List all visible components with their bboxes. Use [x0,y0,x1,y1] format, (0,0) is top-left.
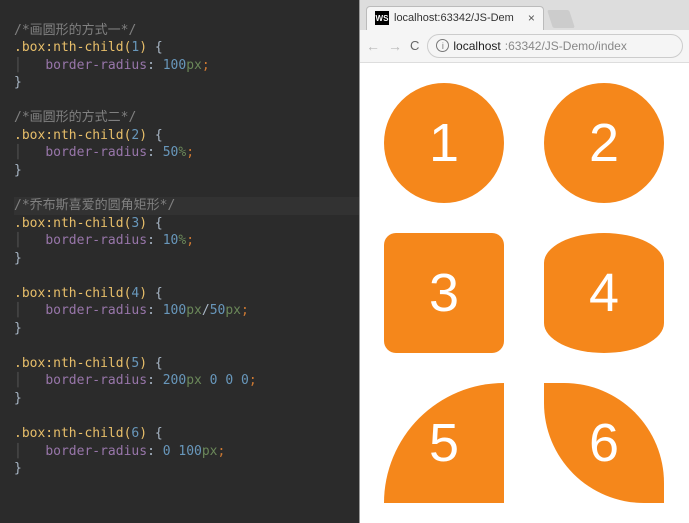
tab-strip: WS localhost:63342/JS-Dem × [360,0,689,30]
nav-back-button[interactable]: ← [366,38,380,54]
reload-button[interactable]: C [410,38,419,53]
comment-line: /*画圆形的方式二*/ [14,110,136,125]
browser-tab[interactable]: WS localhost:63342/JS-Dem × [366,6,544,30]
tab-title: localhost:63342/JS-Dem [394,12,514,24]
shape-box-5: 5 [384,383,504,503]
shape-grid: 1 2 3 4 5 6 [384,83,665,503]
comment-line: /*画圆形的方式一*/ [14,23,136,38]
browser-window: WS localhost:63342/JS-Dem × ← → C i loca… [359,0,689,523]
url-path: :63342/JS-Demo/index [505,39,627,53]
new-tab-button[interactable] [547,10,575,28]
favicon-icon: WS [375,11,389,25]
code-editor[interactable]: /*画圆形的方式一*/ .box:nth-child(1) { │ border… [0,0,359,523]
address-bar-row: ← → C i localhost :63342/JS-Demo/index [360,30,689,63]
close-icon[interactable]: × [528,11,535,25]
selector: .box:nth-child( [14,40,131,55]
nav-forward-button[interactable]: → [388,38,402,54]
page-viewport: 1 2 3 4 5 6 [360,63,689,523]
shape-box-2: 2 [544,83,664,203]
address-bar[interactable]: i localhost :63342/JS-Demo/index [427,34,683,58]
shape-box-6: 6 [544,383,664,503]
shape-box-3: 3 [384,233,504,353]
site-info-icon[interactable]: i [436,39,449,52]
url-host: localhost [453,39,500,53]
shape-box-1: 1 [384,83,504,203]
shape-box-4: 4 [544,233,664,353]
comment-line: /*乔布斯喜爱的圆角矩形*/ [14,198,175,213]
